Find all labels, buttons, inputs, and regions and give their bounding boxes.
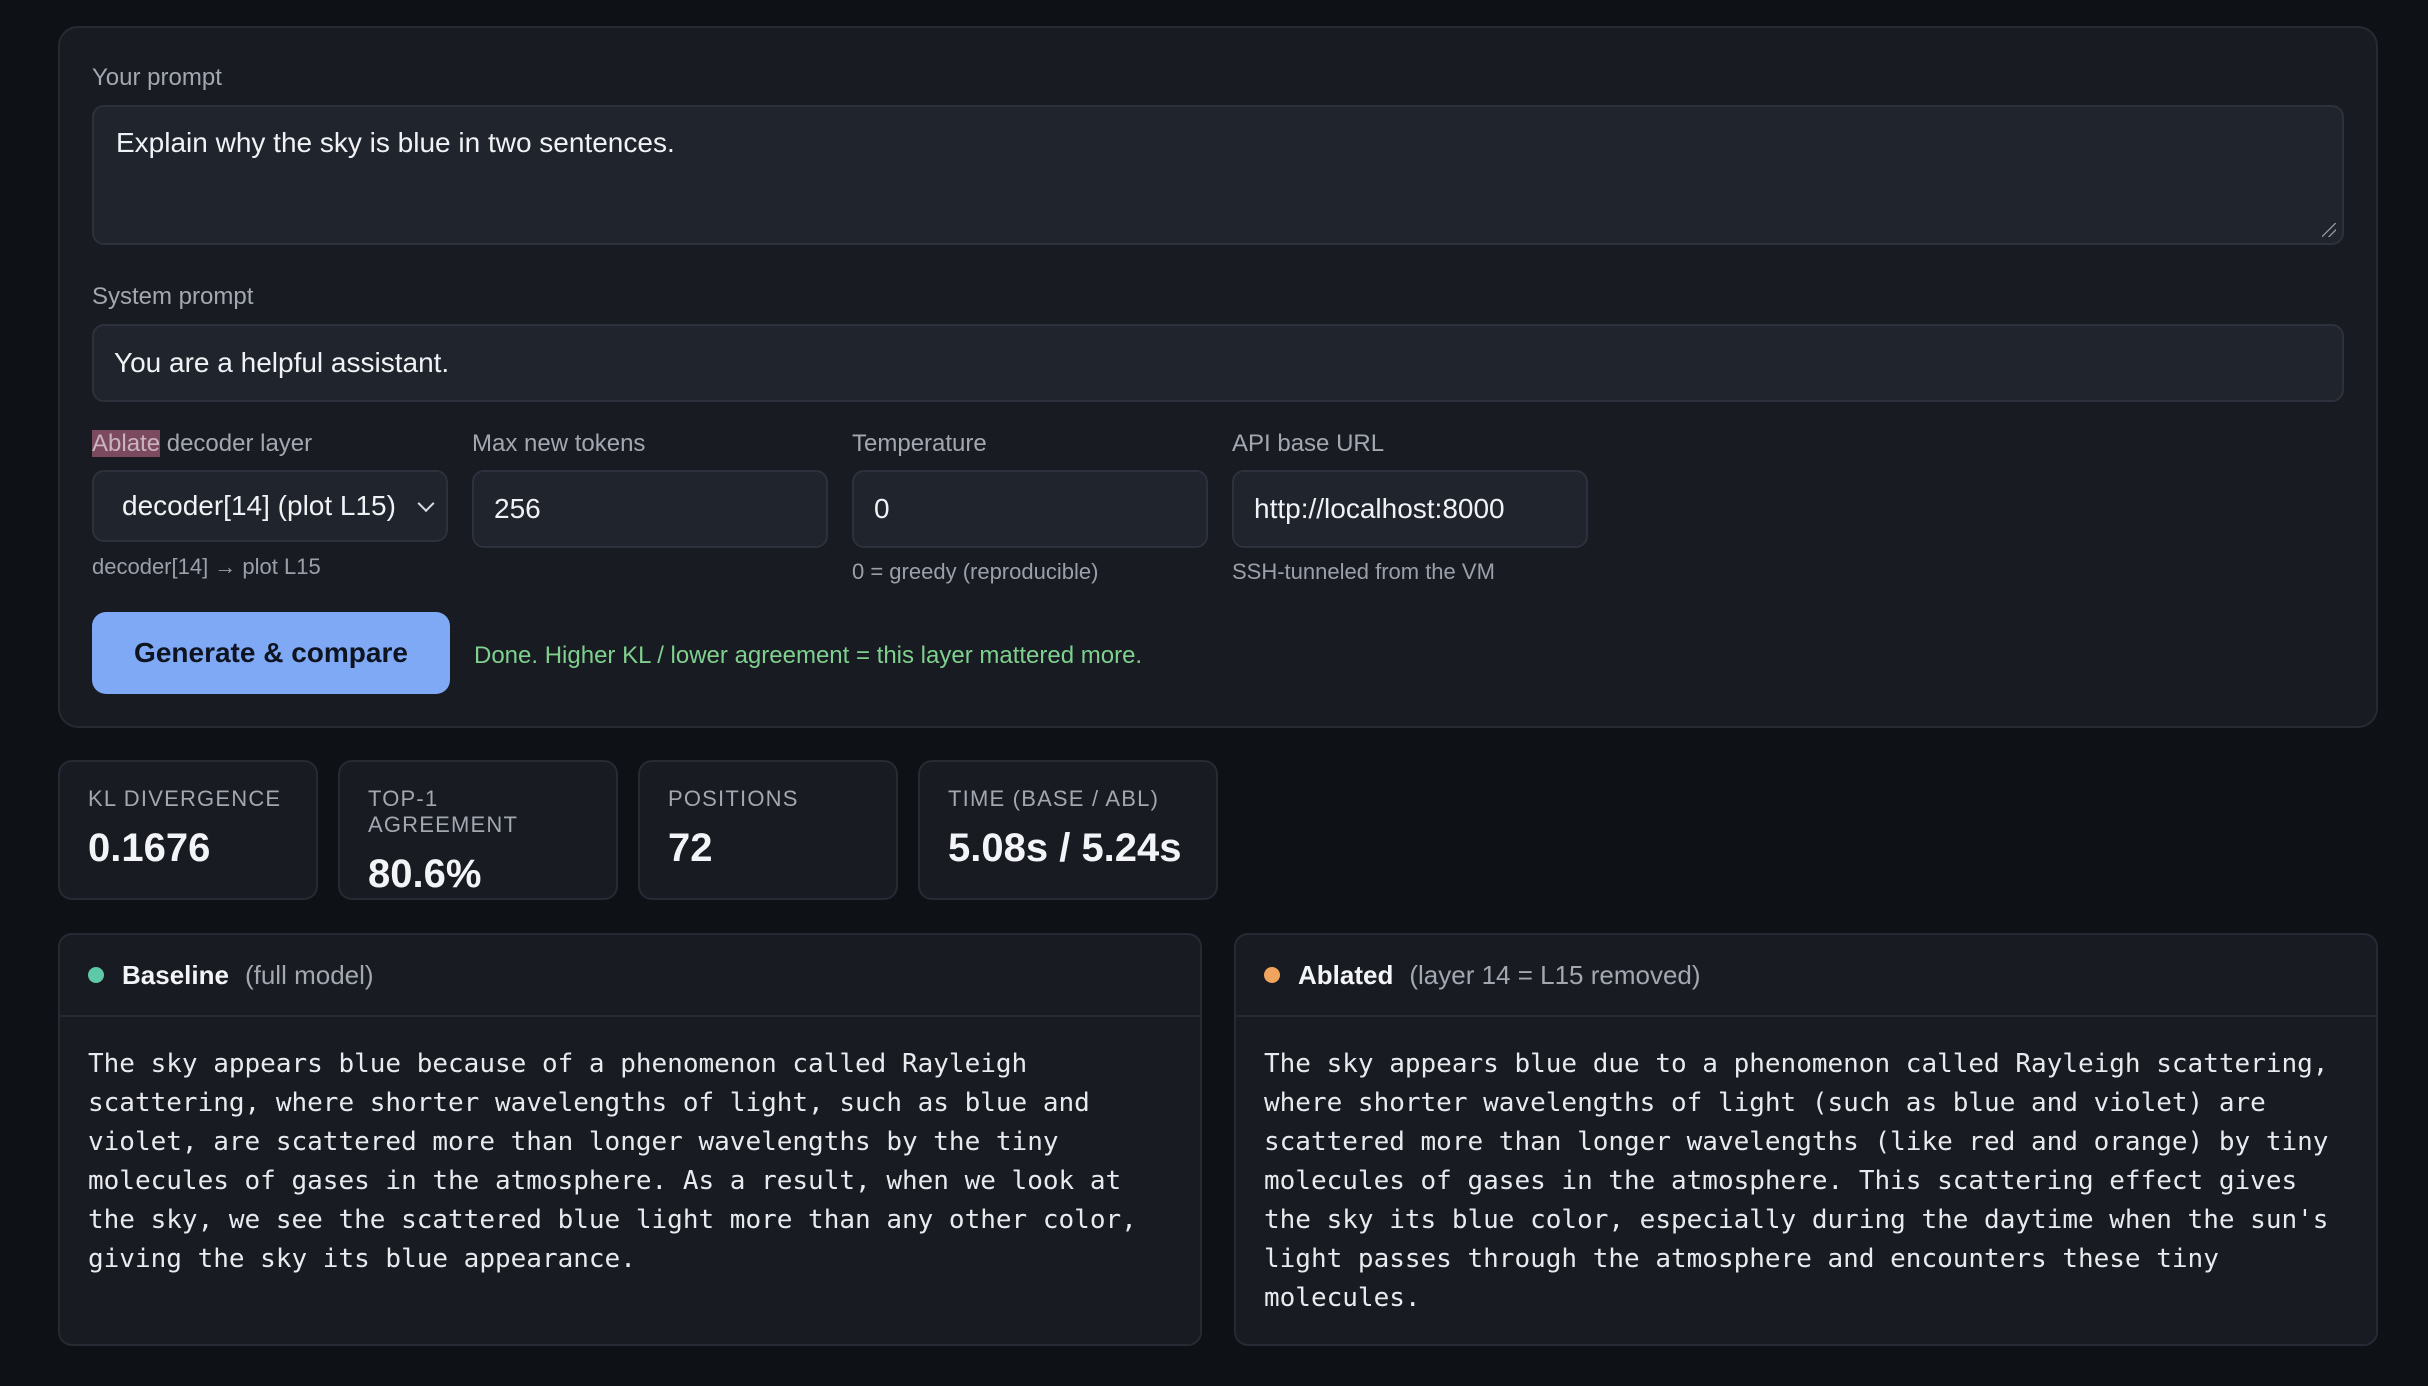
ablated-text: The sky appears blue due to a phenomenon… — [1264, 1049, 2329, 1313]
ablate-label-highlight: Ablate — [92, 430, 161, 457]
stat-label: KL DIVERGENCE — [88, 786, 282, 811]
baseline-text: The sky appears blue because of a phenom… — [88, 1049, 1137, 1274]
ablate-layer-selected: decoder[14] (plot L15) — [122, 490, 396, 521]
api-base-value: http://localhost:8000 — [1254, 493, 1505, 524]
temperature-value: 0 — [874, 493, 890, 524]
stat-label: POSITIONS — [668, 786, 799, 811]
generate-compare-button[interactable]: Generate & compare — [92, 612, 450, 694]
ablated-output-card: Ablated (layer 14 = L15 removed) The sky… — [1234, 933, 2378, 1346]
baseline-output-card: Baseline (full model) The sky appears bl… — [58, 933, 1202, 1346]
baseline-subtitle: (full model) — [244, 959, 374, 990]
stat-label: TIME (BASE / ABL) — [948, 786, 1160, 811]
ablate-layer-hint: decoder[14] → plot L15 — [92, 554, 321, 579]
system-prompt-input[interactable]: You are a helpful assistant. — [92, 324, 2344, 402]
ablate-layer-label: Ablate decoder layer — [92, 430, 312, 458]
stat-value: 80.6% — [368, 852, 482, 896]
system-prompt-label: System prompt — [92, 283, 254, 310]
system-prompt-text: You are a helpful assistant. — [114, 347, 450, 378]
stat-kl-divergence: KL DIVERGENCE 0.1676 — [58, 760, 318, 900]
temperature-input[interactable]: 0 — [852, 470, 1208, 548]
api-base-hint: SSH-tunneled from the VM — [1232, 559, 1495, 584]
baseline-header: Baseline (full model) — [60, 935, 1200, 1017]
ablate-layer-select[interactable]: decoder[14] (plot L15) — [92, 470, 448, 542]
stat-positions: POSITIONS 72 — [638, 760, 898, 900]
status-dot-icon — [1264, 967, 1280, 983]
temperature-label: Temperature — [852, 430, 987, 457]
status-message: Done. Higher KL / lower agreement = this… — [474, 642, 1143, 669]
stat-value: 5.08s / 5.24s — [948, 826, 1182, 870]
ablate-label-rest: decoder layer — [160, 430, 313, 457]
prompt-textarea[interactable]: Explain why the sky is blue in two sente… — [92, 105, 2344, 245]
stat-top1-agreement: TOP-1 AGREEMENT 80.6% — [338, 760, 618, 900]
max-tokens-value: 256 — [494, 493, 541, 524]
max-tokens-input[interactable]: 256 — [472, 470, 828, 548]
ablated-subtitle: (layer 14 = L15 removed) — [1409, 959, 1701, 990]
stat-label: TOP-1 AGREEMENT — [368, 786, 519, 837]
baseline-title: Baseline — [122, 959, 229, 990]
prompt-label: Your prompt — [92, 64, 222, 91]
api-base-label: API base URL — [1232, 430, 1385, 457]
stat-value: 0.1676 — [88, 826, 211, 870]
chevron-down-icon — [417, 495, 435, 513]
ablated-title: Ablated — [1298, 959, 1394, 990]
max-tokens-label: Max new tokens — [472, 430, 646, 457]
stat-value: 72 — [668, 826, 713, 870]
prompt-text: Explain why the sky is blue in two sente… — [116, 127, 675, 158]
resize-grip-icon[interactable] — [2322, 223, 2336, 237]
status-dot-icon — [88, 967, 104, 983]
stat-time: TIME (BASE / ABL) 5.08s / 5.24s — [918, 760, 1218, 900]
temperature-hint: 0 = greedy (reproducible) — [852, 559, 1099, 584]
ablated-header: Ablated (layer 14 = L15 removed) — [1236, 935, 2376, 1017]
settings-panel: Your prompt Explain why the sky is blue … — [58, 26, 2378, 728]
api-base-input[interactable]: http://localhost:8000 — [1232, 470, 1588, 548]
